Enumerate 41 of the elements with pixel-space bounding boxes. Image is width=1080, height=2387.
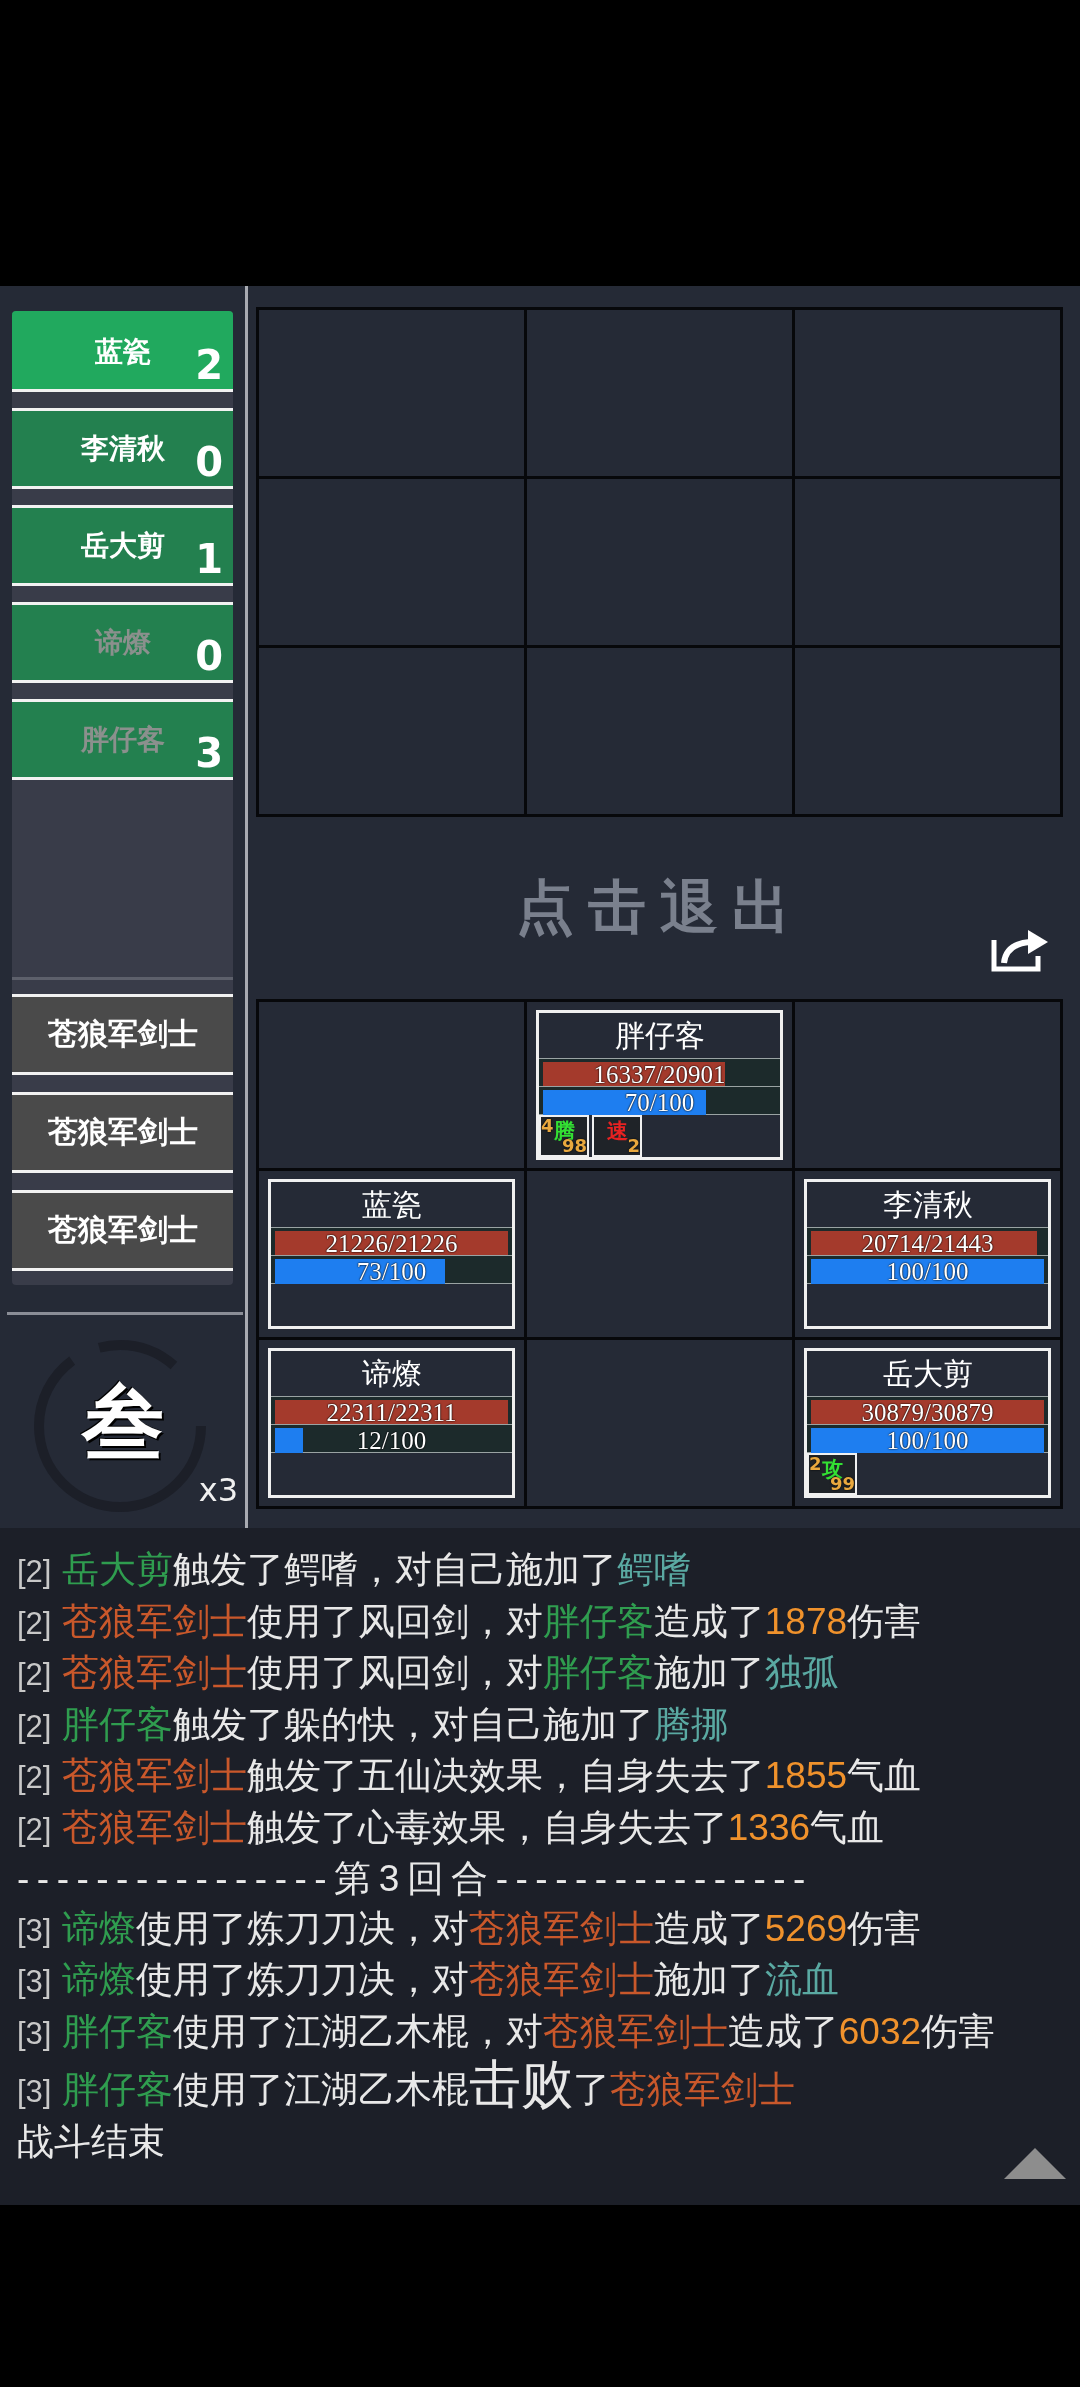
enemy-button[interactable]: 苍狼军剑士 [12,1092,233,1173]
round-divider: ----------------第3回合---------------- [17,1857,813,1901]
log-line: [3] 胖仔客使用了江湖乙木棍击败了苍狼军剑士 [17,2058,795,2115]
log-line: [2] 苍狼军剑士使用了风回剑，对胖仔客造成了1878伤害 [17,1599,922,1644]
log-line: [2] 苍狼军剑士触发了心毒效果，自身失去了1336气血 [17,1805,885,1850]
unit-name: 胖仔客 [614,1019,705,1052]
log-line: [2] 岳大剪触发了鳄嗜，对自己施加了鳄嗜 [17,1548,691,1592]
hp-value: 22311/22311 [326,1400,457,1425]
round-numeral: 叁 [81,1380,164,1463]
log-line: [3] 胖仔客使用了江湖乙木棍，对苍狼军剑士造成了6032伤害 [17,2009,996,2054]
log-line: [2] 胖仔客触发了躲的快，对自己施加了腾挪 [17,1702,728,1747]
buff-glyph: 速 [606,1121,628,1142]
hero-button[interactable]: 蓝瓷 2 [12,311,233,392]
energy-value: 100/100 [886,1428,969,1453]
hp-value: 20714/21443 [861,1231,994,1256]
enemy-button[interactable]: 苍狼军剑士 [12,1190,233,1271]
energy-value: 73/100 [356,1259,427,1284]
exit-prompt[interactable]: 点击退出 [515,869,804,947]
energy-value: 100/100 [886,1259,969,1284]
log-line: [2] 苍狼军剑士使用了风回剑，对胖仔客施加了独孤 [17,1651,839,1695]
hp-value: 21226/21226 [325,1231,458,1256]
round-multiplier: x3 [198,1474,238,1506]
hp-value: 30879/30879 [861,1400,994,1425]
unit-name: 蓝瓷 [361,1188,422,1221]
buff-stack-count: 2 [809,1455,822,1473]
log-line: [3] 谛燎使用了炼刀刀决，对苍狼军剑士造成了5269伤害 [17,1906,922,1951]
buff-stack-count: 4 [541,1117,554,1135]
log-line: [3] 谛燎使用了炼刀刀决，对苍狼军剑士施加了流血 [17,1958,839,2002]
unit-name: 谛燎 [361,1357,422,1390]
unit-name: 李清秋 [882,1188,973,1221]
buff-duration: 2 [627,1137,640,1155]
hero-button[interactable]: 李清秋 0 [12,408,233,489]
enemy-button[interactable]: 苍狼军剑士 [12,994,233,1075]
hp-value: 16337/20901 [593,1062,726,1087]
log-line: [2] 苍狼军剑士触发了五仙决效果，自身失去了1855气血 [17,1754,922,1798]
hero-button[interactable]: 岳大剪 1 [12,505,233,586]
log-line: 战斗结束 [17,2119,165,2164]
unit-name: 岳大剪 [882,1357,973,1390]
triangle-up-icon[interactable] [1004,2148,1066,2179]
energy-value: 70/100 [624,1090,695,1115]
energy-value: 12/100 [356,1428,427,1453]
